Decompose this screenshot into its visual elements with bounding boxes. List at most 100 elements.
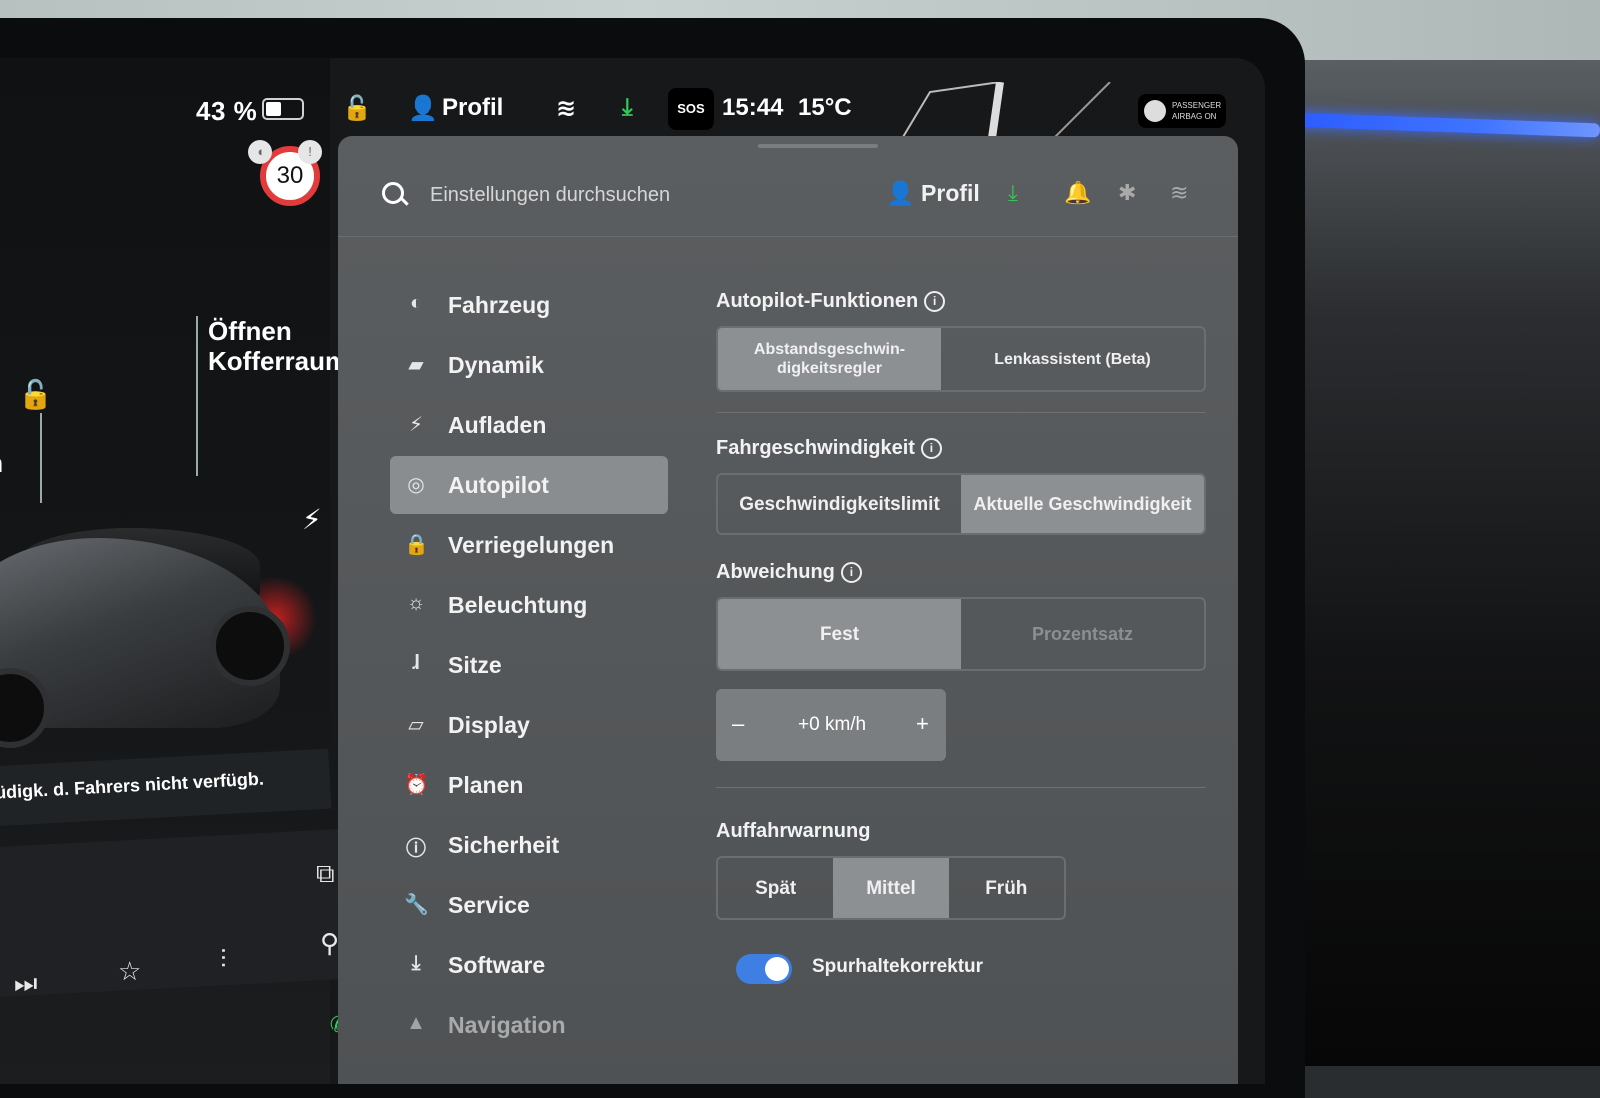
trunk-label-line1: Öffnen: [208, 316, 292, 346]
settings-header: 👤 Profil ⤓ 🔔 ✱ ≋: [338, 156, 1238, 237]
nav-item-fahrzeug[interactable]: ◐ Fahrzeug: [390, 276, 680, 334]
info-icon[interactable]: i: [840, 562, 862, 583]
driving-speed-title: Fahrgeschwindigkeit i: [716, 437, 1206, 463]
favorite-star-icon[interactable]: ☆: [118, 956, 141, 987]
collision-warning-title: Auffahrwarnung: [716, 820, 871, 842]
lane-correction-toggle[interactable]: [736, 954, 792, 984]
next-track-icon[interactable]: ⏭: [14, 968, 37, 1000]
decrement-button[interactable]: –: [732, 711, 744, 737]
equalizer-icon[interactable]: ⫶: [220, 944, 227, 976]
status-profile-icon[interactable]: 👤: [408, 94, 438, 123]
status-bar: 🔓 👤 Profil ≋ ⤓ SOS 15:44 15°C PASSENGER …: [330, 82, 1260, 152]
section-title-text: Abweichung: [716, 561, 835, 583]
background-dashboard: [1260, 60, 1600, 1066]
nav-label: Service: [448, 892, 530, 918]
unlocked-icon[interactable]: 🔓: [18, 378, 53, 411]
lock-pointer-line: [40, 413, 42, 503]
nav-item-verriegelungen[interactable]: 🔒 Verriegelungen: [390, 516, 680, 574]
header-profile-label: Profil: [921, 180, 980, 206]
collision-warning-selector: Spät Mittel Früh: [716, 856, 1066, 920]
nav-item-sitze[interactable]: ɺ Sitze: [390, 636, 680, 694]
frunk-label[interactable]: m: [0, 448, 3, 479]
media-source-icon[interactable]: ⧉: [316, 858, 335, 890]
status-profile-label[interactable]: Profil: [442, 94, 503, 122]
nav-item-aufladen[interactable]: ⚡ Aufladen: [390, 396, 680, 454]
section-title-text: Autopilot-Funktionen: [716, 290, 919, 312]
info-icon[interactable]: i: [924, 291, 946, 312]
media-search-icon[interactable]: ⚲: [320, 928, 339, 959]
seat-icon: ɺ: [412, 652, 420, 674]
clock: 15:44: [722, 94, 784, 121]
steering-wheel-icon: ◎: [407, 474, 425, 496]
nav-label: Planen: [448, 772, 524, 798]
option-fixed[interactable]: Fest: [718, 599, 961, 669]
trunk-label-line2: Kofferraum: [208, 346, 349, 376]
nav-label: Fahrzeug: [448, 292, 551, 318]
nav-label: Verriegelungen: [448, 532, 615, 558]
nav-label: Display: [448, 712, 530, 738]
info-icon[interactable]: i: [920, 438, 942, 459]
option-traffic-aware-cruise[interactable]: Abstandsgeschwin-digkeitsregler: [718, 328, 941, 390]
option-early[interactable]: Früh: [949, 858, 1064, 918]
option-medium[interactable]: Mittel: [833, 858, 949, 918]
nav-item-navigation[interactable]: ▲ Navigation: [390, 996, 680, 1054]
wrench-icon: 🔧: [404, 894, 429, 916]
download-icon[interactable]: ⤓: [1008, 180, 1018, 206]
nav-item-beleuchtung[interactable]: ☼ Beleuchtung: [390, 576, 680, 634]
nav-item-display[interactable]: ▱ Display: [390, 696, 680, 754]
autopilot-features-title: Autopilot-Funktionen i: [716, 290, 1206, 316]
nav-item-dynamik[interactable]: ▰ Dynamik: [390, 336, 680, 394]
section-divider: [716, 412, 1206, 413]
trunk-pointer-line: [196, 316, 198, 476]
wifi-icon: ≋: [556, 95, 577, 122]
driving-speed-selector: Geschwindigkeitslimit Aktuelle Geschwind…: [716, 473, 1206, 535]
nav-label: Sicherheit: [448, 832, 560, 858]
nav-item-autopilot[interactable]: ◎ Autopilot: [390, 456, 668, 514]
nav-item-sicherheit[interactable]: ⓘ Sicherheit: [390, 816, 680, 874]
option-autosteer[interactable]: Lenkassistent (Beta): [941, 328, 1204, 390]
media-player: [0, 827, 374, 999]
offset-stepper: – +0 km/h +: [716, 689, 946, 761]
nav-item-software[interactable]: ⤓ Software: [390, 936, 680, 994]
volume-chip-icon: ◖: [248, 140, 272, 164]
settings-search-input[interactable]: [428, 174, 832, 216]
open-trunk-button[interactable]: Öffnen Kofferraum: [208, 316, 348, 376]
notification-bell-icon[interactable]: 🔔: [1064, 180, 1091, 206]
option-speed-limit[interactable]: Geschwindigkeitslimit: [718, 475, 961, 533]
wifi-settings-icon[interactable]: ≋: [1170, 180, 1188, 206]
bluetooth-icon[interactable]: ✱: [1118, 180, 1136, 206]
increment-button[interactable]: +: [916, 711, 929, 737]
nav-item-service[interactable]: 🔧 Service: [390, 876, 680, 934]
settings-nav: ◐ Fahrzeug ▰ Dynamik ⚡ Aufladen ◎ Autopi…: [390, 276, 680, 1056]
header-profile-button[interactable]: 👤 Profil: [886, 180, 980, 207]
battery-icon: [262, 98, 304, 120]
battery-percent: 43 %: [196, 96, 258, 126]
download-icon: ⤓: [411, 952, 421, 974]
nav-label: Software: [448, 952, 546, 978]
autopilot-settings: Autopilot-Funktionen i Abstandsgeschwin-d…: [716, 276, 1206, 920]
offset-type-selector: Fest Prozentsatz: [716, 597, 1206, 671]
software-update-icon[interactable]: ⤓: [622, 94, 633, 122]
charge-port-icon[interactable]: ⚡: [302, 503, 322, 536]
section-divider: [716, 787, 1206, 788]
profile-icon: 👤: [886, 180, 915, 206]
lane-correction-label: Spurhaltekorrektur: [812, 956, 984, 977]
nav-item-planen[interactable]: ⏰ Planen: [390, 756, 680, 814]
panel-grab-handle[interactable]: [758, 144, 878, 148]
battery-fill: [266, 102, 281, 116]
autopilot-features-selector: Abstandsgeschwin-digkeitsregler Lenkassi…: [716, 326, 1206, 392]
offset-value: +0 km/h: [798, 714, 867, 735]
rear-wheel: [210, 606, 290, 686]
option-percentage[interactable]: Prozentsatz: [961, 599, 1204, 669]
option-current-speed[interactable]: Aktuelle Geschwindigkeit: [961, 475, 1204, 533]
section-title-text: Fahrgeschwindigkeit: [716, 437, 915, 459]
sos-button[interactable]: SOS: [668, 88, 714, 130]
option-late[interactable]: Spät: [718, 858, 833, 918]
nav-label: Dynamik: [448, 352, 544, 378]
search-icon: [382, 182, 404, 204]
unlock-status-icon[interactable]: 🔓: [342, 94, 372, 123]
nav-label: Beleuchtung: [448, 592, 588, 618]
warning-chip-icon: !: [298, 140, 322, 164]
toggle-knob: [765, 957, 789, 981]
navigation-icon: ▲: [406, 1012, 426, 1034]
